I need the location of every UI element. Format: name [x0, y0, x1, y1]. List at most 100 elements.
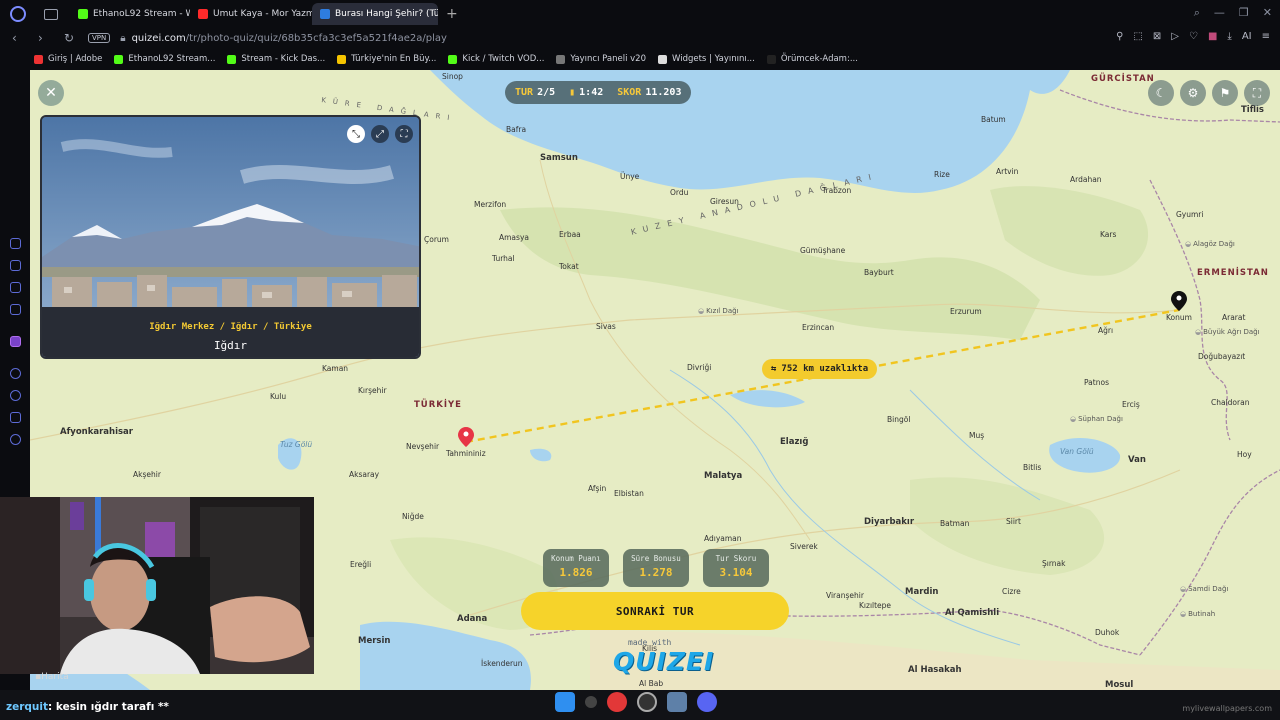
streamer-webcam [0, 497, 314, 674]
fullscreen-icon: ⛶ [400, 128, 408, 140]
map-pin-icon [1171, 291, 1187, 311]
forward-icon[interactable]: › [38, 31, 52, 45]
minimize-icon[interactable]: — [1214, 6, 1225, 20]
address-bar: ‹ › ↻ VPN 🔒︎ quizei.com/tr/photo-quiz/qu… [0, 28, 1280, 48]
bookmark-item[interactable]: Türkiye'nin En Büy... [337, 54, 436, 64]
obs-icon[interactable] [637, 692, 657, 712]
pin-icon[interactable]: ⚲ [1116, 31, 1123, 42]
menu-icon[interactable]: ≡ [1262, 31, 1270, 42]
extension-icon[interactable]: ■ [1208, 31, 1217, 42]
map-place: Artvin [996, 167, 1019, 176]
widgets-icon [657, 54, 667, 64]
map-place: Diyarbakır [864, 517, 915, 527]
bookmark-item[interactable]: Stream - Kick Das... [227, 54, 325, 64]
map-layer-label[interactable]: ▪Harita [35, 672, 69, 682]
bookmark-label: Örümcek-Adam:... [780, 54, 858, 64]
tab-quizei[interactable]: Burası Hangi Şehir? (Türk [312, 3, 438, 25]
mail-icon[interactable] [10, 304, 21, 315]
score-card-location: Konum Puanı 1.826 [543, 549, 609, 587]
zoom-in-photo-button[interactable]: ⤡ [347, 125, 365, 143]
mountain-label: Alagöz Dağı [1185, 240, 1235, 248]
bookmark-item[interactable]: Kick / Twitch VOD... [448, 54, 544, 64]
map-place: Mersin [358, 636, 391, 646]
map-place: Chaldoran [1211, 398, 1250, 407]
settings-button[interactable]: ⚙ [1180, 80, 1206, 106]
bookmark-item[interactable]: EthanoL92 Stream... [114, 54, 215, 64]
history-icon[interactable] [10, 238, 21, 249]
screenshot-icon[interactable]: ⬚ [1133, 31, 1142, 42]
map-place: Muş [969, 431, 985, 440]
block-icon[interactable]: ⊠ [1153, 31, 1161, 42]
fullscreen-button[interactable]: ⛶ [1244, 80, 1270, 106]
restore-icon[interactable]: ❐ [1239, 6, 1249, 20]
map-place: Bingöl [887, 415, 911, 424]
round-key: TUR [515, 87, 534, 98]
toolbar-icons: ⚲ ⬚ ⊠ ▷ ♡ ■ ⤓ AI ≡ [1116, 31, 1270, 42]
vpn-badge[interactable]: VPN [88, 33, 111, 43]
workspaces-icon[interactable] [44, 8, 58, 20]
heart-icon[interactable]: ♡ [1189, 31, 1198, 42]
close-quiz-button[interactable]: ✕ [38, 80, 64, 106]
close-window-icon[interactable]: ✕ [1263, 6, 1272, 20]
map-place: Doğubayazıt [1198, 352, 1246, 361]
app-icon[interactable] [585, 696, 597, 708]
bag-icon[interactable] [10, 260, 21, 271]
vscode-icon[interactable] [667, 692, 687, 712]
map-place: Patnos [1084, 378, 1109, 387]
map-place: Giresun [710, 197, 739, 206]
map-place: Kaman [322, 364, 349, 373]
quizei-logo[interactable]: QUIZEI [613, 647, 714, 676]
opera-icon[interactable] [607, 692, 627, 712]
youtube-icon [198, 9, 208, 19]
map-place: Tokat [559, 262, 579, 271]
download-icon[interactable]: ⤓ [1227, 31, 1231, 42]
bookmark-item[interactable]: Widgets | Yayınını... [657, 54, 755, 64]
map-place: Ardahan [1070, 175, 1102, 184]
url-field[interactable]: quizei.com/tr/photo-quiz/quiz/68b35cfa3c… [132, 33, 447, 44]
bookmark-item[interactable]: Örümcek-Adam:... [766, 54, 858, 64]
chat-text: : kesin ığdır tarafı ** [48, 701, 169, 713]
search-icon[interactable]: ⌕ [1194, 6, 1200, 20]
discord-icon[interactable] [697, 692, 717, 712]
back-icon[interactable]: ‹ [12, 31, 26, 45]
country-label-armenia: ERMENİSTAN [1197, 268, 1269, 278]
lock-icon[interactable]: 🔒︎ [120, 33, 125, 44]
windows-start-icon[interactable] [555, 692, 575, 712]
hourglass-icon: ▮ [569, 87, 576, 98]
map-place: Tiflis [1241, 105, 1264, 115]
new-tab-button[interactable]: + [446, 6, 458, 22]
ai-button[interactable]: AI [1242, 31, 1252, 42]
player-icon[interactable] [10, 368, 21, 379]
watermark: mylivewallpapers.com [1182, 704, 1272, 713]
report-button[interactable]: ⚑ [1212, 80, 1238, 106]
bookmarks-bar: Giriş | Adobe EthanoL92 Stream... Stream… [0, 48, 1280, 70]
map-place: İskenderun [481, 659, 523, 668]
panel-icon[interactable] [10, 282, 21, 293]
expand-photo-button[interactable]: ⤢ [371, 125, 389, 143]
layer-name: Harita [41, 672, 69, 682]
fullscreen-photo-button[interactable]: ⛶ [395, 125, 413, 143]
kick-icon [78, 9, 88, 19]
map-place: Van [1128, 455, 1146, 465]
browser-logo-icon[interactable] [10, 6, 26, 22]
next-round-button[interactable]: SONRAKİ TUR [521, 592, 789, 630]
clock-icon[interactable] [10, 390, 21, 401]
map-place: Erciş [1122, 400, 1140, 409]
reload-icon[interactable]: ↻ [64, 31, 78, 45]
bookmark-item[interactable]: Yayıncı Paneli v20 [556, 54, 646, 64]
dark-mode-toggle[interactable]: ☾ [1148, 80, 1174, 106]
tab-ethanol-stream[interactable]: EthanoL92 Stream - Watch [70, 3, 190, 25]
actual-pin-label: Konum [1166, 313, 1192, 322]
bookmark-item[interactable]: Giriş | Adobe [34, 54, 102, 64]
map-place: Al Hasakah [908, 665, 962, 675]
bookmark-label: Kick / Twitch VOD... [462, 54, 545, 64]
map-place: Viranşehir [826, 591, 864, 600]
map-place: Kulu [270, 392, 287, 401]
bulb-icon[interactable] [10, 412, 21, 423]
settings-icon[interactable] [10, 434, 21, 445]
mountain-label: Süphan Dağı [1070, 415, 1123, 423]
tab-youtube-music[interactable]: Umut Kaya - Mor Yazma [190, 3, 312, 25]
play-icon[interactable]: ▷ [1171, 31, 1179, 42]
twitch-icon[interactable] [10, 336, 21, 347]
timer-value: 1:42 [579, 87, 604, 98]
